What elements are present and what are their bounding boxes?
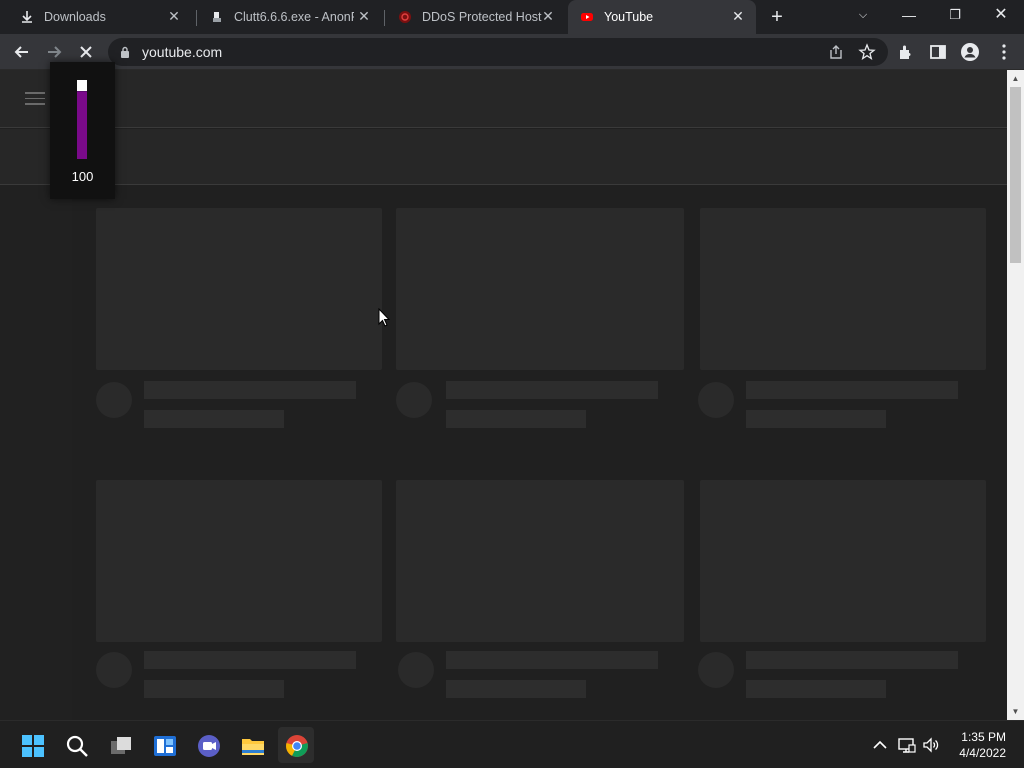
- youtube-masthead: [0, 70, 1007, 128]
- mouse-cursor-icon: [378, 308, 390, 327]
- channel-avatar-placeholder: [398, 652, 434, 688]
- browser-toolbar: youtube.com: [0, 34, 1024, 70]
- chips-bar-placeholder: [0, 129, 1007, 185]
- channel-avatar-placeholder: [698, 652, 734, 688]
- meta-line-placeholder: [144, 410, 284, 428]
- show-hidden-icons-chevron-icon[interactable]: [870, 735, 890, 755]
- anonfiles-icon: [213, 12, 221, 22]
- hamburger-menu-icon[interactable]: [25, 92, 45, 106]
- system-clock[interactable]: 1:35 PM 4/4/2022: [959, 729, 1006, 761]
- tab-title: YouTube: [604, 10, 654, 24]
- profile-avatar-icon[interactable]: [960, 42, 980, 62]
- tab-separator: [196, 10, 197, 26]
- page-scrollbar[interactable]: ▲ ▼: [1007, 70, 1024, 720]
- volume-knob: [77, 80, 87, 91]
- tab-close-icon[interactable]: ✕: [730, 8, 746, 24]
- title-line-placeholder: [446, 651, 658, 669]
- left-nav-placeholder: [0, 185, 72, 720]
- file-explorer-icon: [242, 739, 264, 755]
- video-thumbnail-placeholder: [396, 480, 684, 642]
- volume-speaker-icon[interactable]: [921, 735, 941, 755]
- tab-strip: Downloads ✕ Clutt6.6.6.exe - AnonFil ✕ D…: [0, 0, 1024, 34]
- new-tab-button[interactable]: +: [766, 6, 788, 28]
- scroll-up-arrow-icon[interactable]: ▲: [1007, 70, 1024, 87]
- tab-separator: [384, 10, 385, 26]
- lock-icon: [121, 46, 129, 58]
- video-thumbnail-placeholder: [700, 480, 986, 642]
- start-icon: [22, 735, 44, 757]
- scroll-down-arrow-icon[interactable]: ▼: [1007, 703, 1024, 720]
- title-line-placeholder: [746, 651, 958, 669]
- url-text: youtube.com: [142, 44, 223, 60]
- stop-loading-icon[interactable]: [76, 42, 96, 62]
- download-icon: [22, 11, 32, 23]
- tab-anonfiles[interactable]: Clutt6.6.6.exe - AnonFil ✕: [198, 0, 382, 34]
- video-thumbnail-placeholder: [96, 208, 382, 370]
- tab-downloads[interactable]: Downloads ✕: [8, 0, 192, 34]
- meta-line-placeholder: [746, 680, 886, 698]
- channel-avatar-placeholder: [96, 652, 132, 688]
- tab-youtube[interactable]: YouTube ✕: [568, 0, 756, 34]
- meta-line-placeholder: [446, 680, 586, 698]
- task-view-button[interactable]: [102, 727, 138, 763]
- side-panel-icon[interactable]: [928, 42, 948, 62]
- extensions-icon[interactable]: [896, 42, 916, 62]
- channel-avatar-placeholder: [698, 382, 734, 418]
- meta-line-placeholder: [144, 680, 284, 698]
- ddos-host-icon: [399, 11, 411, 23]
- bookmark-star-icon[interactable]: [858, 43, 876, 61]
- tab-close-icon[interactable]: ✕: [356, 8, 372, 24]
- share-icon[interactable]: [828, 44, 844, 60]
- tab-close-icon[interactable]: ✕: [540, 8, 556, 24]
- title-line-placeholder: [446, 381, 658, 399]
- address-bar[interactable]: youtube.com: [108, 38, 888, 66]
- chat-icon: [198, 735, 220, 757]
- tab-title: Clutt6.6.6.exe - AnonFil: [234, 10, 354, 24]
- volume-osd: 100: [50, 62, 115, 199]
- forward-icon[interactable]: [44, 42, 64, 62]
- menu-kebab-icon[interactable]: [994, 42, 1014, 62]
- title-line-placeholder: [746, 381, 958, 399]
- web-page: [0, 70, 1007, 720]
- meta-line-placeholder: [446, 410, 586, 428]
- screen: Downloads ✕ Clutt6.6.6.exe - AnonFil ✕ D…: [0, 0, 1024, 768]
- channel-avatar-placeholder: [96, 382, 132, 418]
- video-thumbnail-placeholder: [96, 480, 382, 642]
- volume-value: 100: [71, 169, 94, 184]
- channel-avatar-placeholder: [396, 382, 432, 418]
- scrollbar-thumb[interactable]: [1010, 87, 1021, 263]
- widgets-button[interactable]: [146, 727, 182, 763]
- tab-search-chevron-icon[interactable]: ⌵: [840, 0, 886, 30]
- windows-taskbar: 1:35 PM 4/4/2022: [0, 720, 1024, 768]
- close-window-icon[interactable]: ✕: [978, 0, 1024, 30]
- chat-button[interactable]: [190, 727, 226, 763]
- search-icon: [66, 735, 88, 757]
- title-line-placeholder: [144, 381, 356, 399]
- volume-fill: [77, 92, 87, 159]
- start-button[interactable]: [14, 727, 50, 763]
- tab-close-icon[interactable]: ✕: [166, 8, 182, 24]
- search-button[interactable]: [58, 727, 94, 763]
- clock-date: 4/4/2022: [959, 746, 1006, 760]
- file-explorer-button[interactable]: [234, 727, 270, 763]
- restore-icon[interactable]: ❐: [932, 0, 978, 30]
- title-line-placeholder: [144, 651, 356, 669]
- meta-line-placeholder: [746, 410, 886, 428]
- clock-time: 1:35 PM: [961, 730, 1006, 744]
- network-icon[interactable]: [897, 735, 917, 755]
- task-view-icon: [111, 737, 131, 754]
- back-icon[interactable]: [12, 42, 32, 62]
- widgets-icon: [154, 736, 176, 756]
- tab-title: DDoS Protected Hostin: [422, 10, 542, 24]
- youtube-icon: [581, 13, 593, 21]
- chrome-icon: [286, 735, 308, 757]
- video-thumbnail-placeholder: [396, 208, 684, 370]
- tab-ddos-hosting[interactable]: DDoS Protected Hostin ✕: [386, 0, 566, 34]
- minimize-icon[interactable]: —: [886, 0, 932, 30]
- video-thumbnail-placeholder: [700, 208, 986, 370]
- tab-title: Downloads: [44, 10, 106, 24]
- chrome-button[interactable]: [278, 727, 314, 763]
